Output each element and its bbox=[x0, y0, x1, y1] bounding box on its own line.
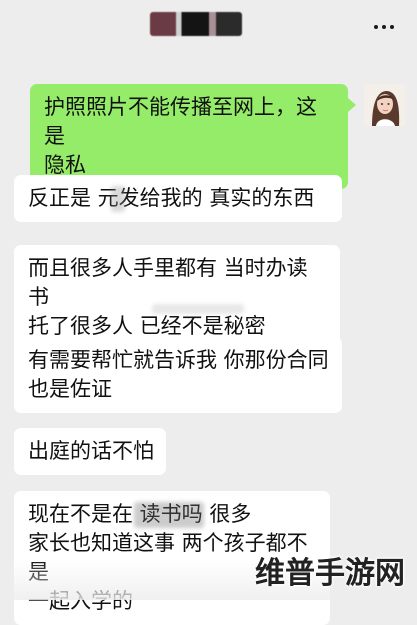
message-bubble-incoming[interactable]: 而且很多人手里都有 当时办读书 托了很多人 已经不是秘密 bbox=[14, 245, 340, 350]
message-bubble-incoming[interactable]: 反正是 元发给我的 真实的东西 bbox=[14, 175, 342, 222]
bubble-tail bbox=[348, 98, 356, 112]
message-bubble-incoming[interactable]: 出庭的话不怕 bbox=[14, 428, 166, 475]
avatar-portrait-icon bbox=[364, 84, 406, 126]
watermark-text: 维普手游网 bbox=[255, 556, 405, 591]
message-bubble-outgoing[interactable]: 护照照片不能传播至网上，这是 隐私 bbox=[30, 84, 348, 189]
redaction-blur bbox=[152, 304, 244, 314]
message-bubble-incoming[interactable]: 有需要帮忙就告诉我 你那份合同 也是佐证 bbox=[14, 337, 342, 413]
avatar[interactable] bbox=[364, 84, 406, 126]
redaction-blur bbox=[134, 502, 204, 528]
message-list: 护照照片不能传播至网上，这是 隐私 反正是 元发给我的 真实的东西 而且很多人手… bbox=[0, 0, 417, 625]
redaction-blur bbox=[111, 186, 125, 212]
